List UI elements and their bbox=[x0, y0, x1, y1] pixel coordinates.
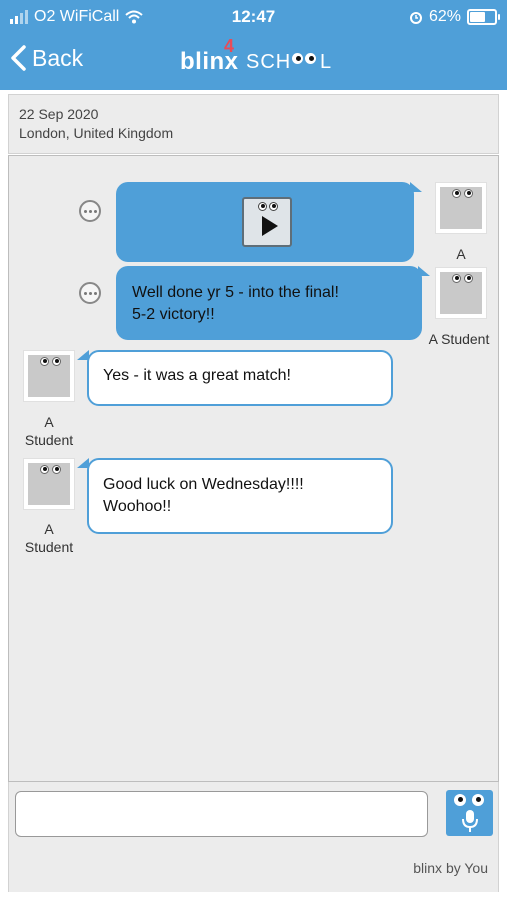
video-thumbnail[interactable] bbox=[242, 197, 292, 247]
message-author-line1: A bbox=[44, 521, 54, 537]
conversation-location: London, United Kingdom bbox=[19, 125, 174, 141]
back-button[interactable]: Back bbox=[10, 40, 83, 76]
logo-school-l: L bbox=[320, 51, 332, 73]
chat-area[interactable]: A Well done yr 5 - into the final! 5-2 v… bbox=[8, 155, 499, 782]
message-bubble-video[interactable] bbox=[116, 182, 422, 262]
chevron-left-icon bbox=[11, 45, 26, 71]
message-text: Woohoo!! bbox=[103, 498, 172, 515]
message-author: A Student bbox=[14, 413, 84, 449]
conversation-date: 22 Sep 2020 bbox=[19, 106, 99, 122]
message-options-button[interactable] bbox=[79, 200, 101, 222]
avatar bbox=[24, 351, 74, 401]
microphone-icon bbox=[462, 810, 478, 832]
message-bubble-incoming[interactable]: Good luck on Wednesday!!!! Woohoo!! bbox=[77, 458, 393, 534]
avatar-eyes-icon bbox=[452, 189, 473, 198]
message-bubble-incoming[interactable]: Yes - it was a great match! bbox=[77, 350, 393, 406]
avatar-eyes-icon bbox=[40, 357, 61, 366]
microphone-button[interactable] bbox=[446, 790, 493, 836]
eyes-icon bbox=[454, 794, 484, 806]
message-author: A bbox=[456, 246, 466, 262]
avatar-eyes-icon bbox=[40, 465, 61, 474]
logo-four: 4 bbox=[224, 36, 235, 56]
status-right: 62% bbox=[409, 6, 500, 28]
avatar bbox=[24, 459, 74, 509]
eyes-icon bbox=[258, 202, 278, 211]
battery-percent: 62% bbox=[428, 8, 461, 25]
logo-school: SCH bbox=[246, 51, 292, 73]
message-author-name: A Student bbox=[428, 331, 490, 347]
message-author-line2: Student bbox=[24, 432, 74, 448]
play-icon bbox=[262, 216, 278, 236]
message-text: Good luck on Wednesday!!!! bbox=[103, 476, 304, 493]
message-author-line1: A bbox=[44, 414, 54, 430]
back-label: Back bbox=[32, 44, 84, 71]
avatar-eyes-icon bbox=[452, 274, 473, 283]
message-author: A Student bbox=[424, 330, 494, 348]
app-header: O2 WiFiCall 12:47 62% Back blinx 4 SCH L bbox=[0, 0, 507, 90]
message-author: A Student bbox=[14, 520, 84, 556]
message-author-line2: Student bbox=[24, 539, 74, 555]
conversation-info: 22 Sep 2020 London, United Kingdom bbox=[8, 94, 499, 154]
message-input[interactable] bbox=[15, 791, 428, 837]
message-bubble-outgoing[interactable]: Well done yr 5 - into the final! 5-2 vic… bbox=[116, 266, 430, 340]
app-logo: blinx 4 SCH L bbox=[180, 36, 340, 78]
message-composer: blinx by You bbox=[8, 782, 499, 892]
battery-icon bbox=[467, 9, 500, 25]
avatar bbox=[436, 183, 486, 233]
message-text: 5-2 victory!! bbox=[132, 306, 215, 323]
message-options-button[interactable] bbox=[79, 282, 101, 304]
message-text: Yes - it was a great match! bbox=[103, 367, 291, 384]
footer-brand: blinx by You bbox=[413, 860, 488, 876]
message-text: Well done yr 5 - into the final! bbox=[132, 284, 339, 301]
avatar bbox=[436, 268, 486, 318]
alarm-icon bbox=[409, 12, 422, 24]
logo-eyes-icon bbox=[292, 53, 316, 64]
